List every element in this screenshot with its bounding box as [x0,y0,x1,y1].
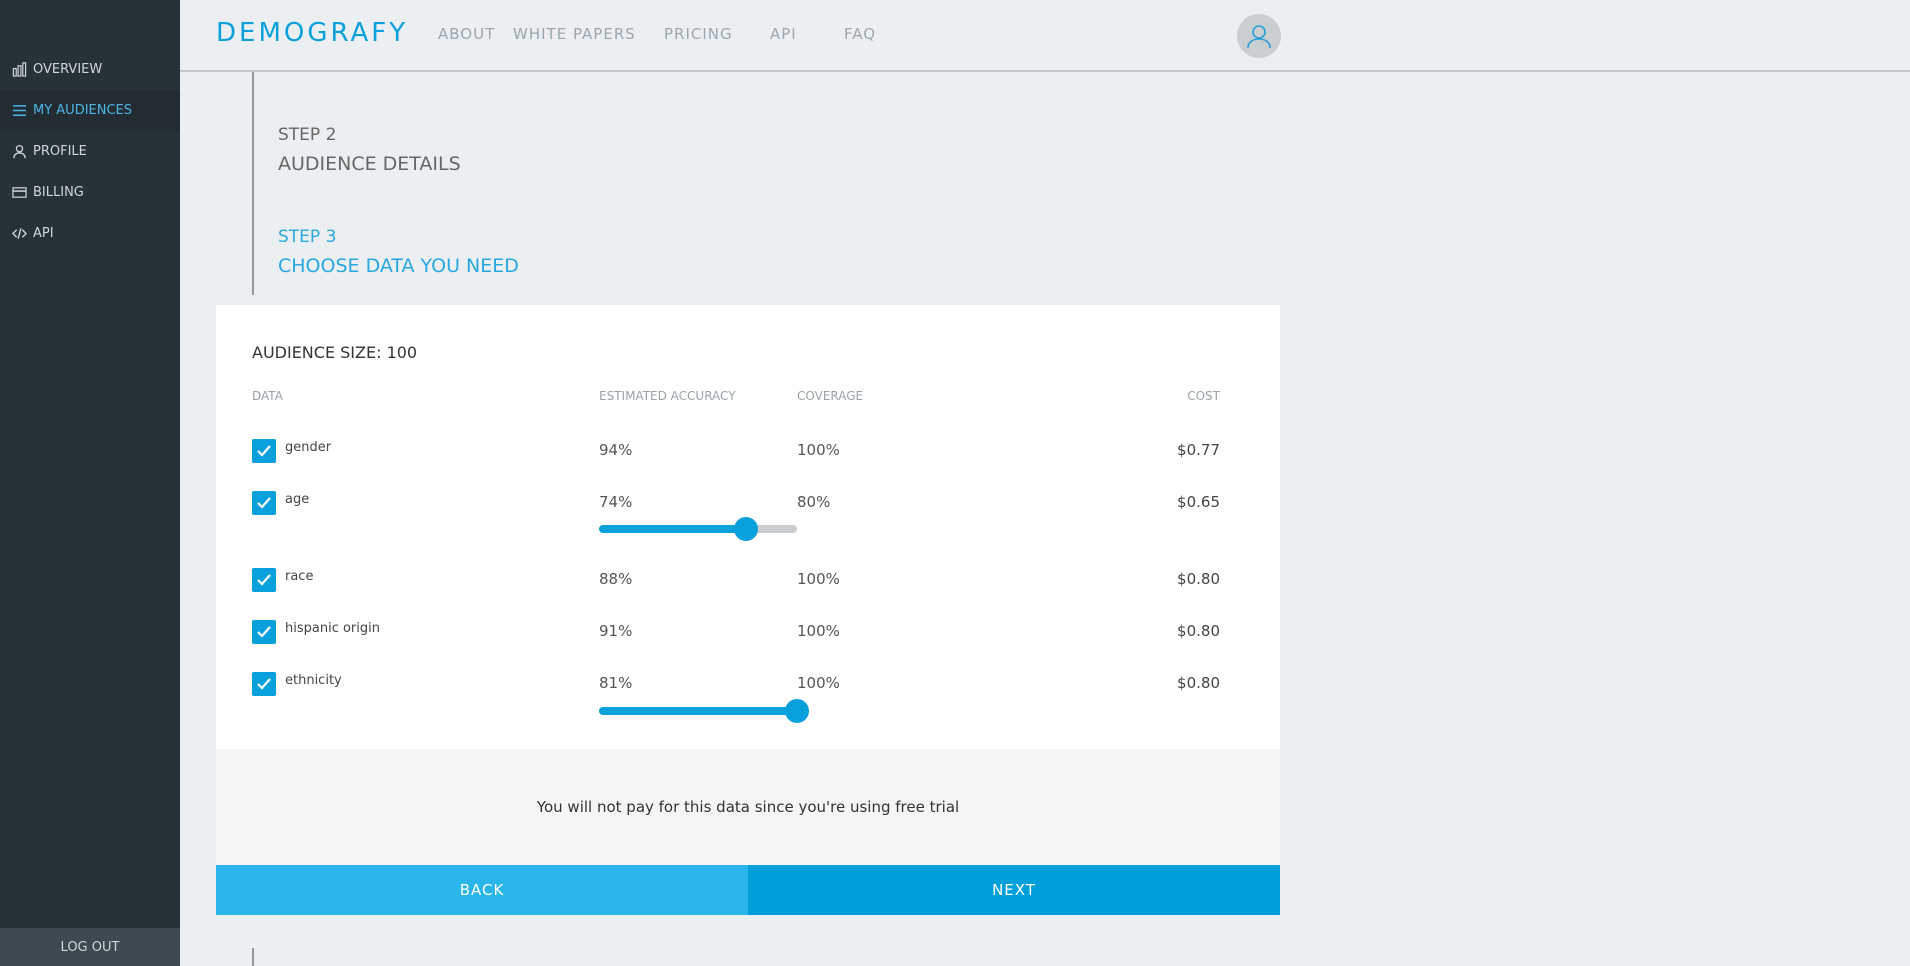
sidebar-item-profile[interactable]: PROFILE [0,131,180,172]
code-icon [11,226,27,242]
checkmark-icon [257,445,271,457]
sidebar-item-label: API [33,226,54,241]
row-label: gender [285,440,332,455]
sidebar-item-label: PROFILE [33,144,87,159]
column-header-cost: COST [1187,389,1220,403]
sidebar-item-api[interactable]: API [0,213,180,254]
logo[interactable]: DEMOGRAFY [216,18,408,48]
back-button[interactable]: BACK [216,865,748,915]
step-connector-line-bottom [252,948,254,966]
slider-thumb[interactable] [785,699,809,723]
nav-pricing[interactable]: PRICING [664,25,733,43]
sidebar-item-my-audiences[interactable]: MY AUDIENCES [0,90,180,131]
accuracy-value: 81% [599,674,633,692]
data-selection-card: AUDIENCE SIZE: 100 DATA ESTIMATED ACCURA… [216,305,1280,749]
sidebar-item-billing[interactable]: BILLING [0,172,180,213]
sidebar-item-overview[interactable]: OVERVIEW [0,49,180,90]
accuracy-value: 74% [599,493,633,511]
column-header-data: DATA [252,389,283,403]
sidebar-item-label: OVERVIEW [33,62,103,77]
sidebar-item-label: MY AUDIENCES [33,103,133,118]
step-2-title: AUDIENCE DETAILS [278,153,461,175]
step-connector-line [252,72,254,295]
accuracy-value: 94% [599,441,633,459]
audience-size: AUDIENCE SIZE: 100 [252,343,418,362]
step-2-number: STEP 2 [278,125,337,145]
checkmark-icon [257,626,271,638]
coverage-value: 100% [797,622,840,640]
credit-card-icon [11,185,27,201]
accuracy-value: 88% [599,570,633,588]
nav-api[interactable]: API [770,25,797,43]
ethnicity-checkbox[interactable] [252,672,276,696]
checkmark-icon [257,574,271,586]
slider-fill [599,525,746,533]
checkmark-icon [257,497,271,509]
logout-button[interactable]: LOG OUT [0,928,180,966]
age-accuracy-slider[interactable] [599,517,797,541]
coverage-value: 80% [797,493,831,511]
row-label: age [285,492,310,507]
sidebar-item-label: BILLING [33,185,84,200]
nav-faq[interactable]: FAQ [844,25,876,43]
cost-value: $0.80 [1177,570,1220,588]
gender-checkbox[interactable] [252,439,276,463]
coverage-value: 100% [797,674,840,692]
user-icon [11,144,27,160]
step-3-number: STEP 3 [278,227,337,247]
bar-chart-icon [11,62,27,78]
nav-about[interactable]: ABOUT [438,25,495,43]
checkmark-icon [257,678,271,690]
accuracy-value: 91% [599,622,633,640]
coverage-value: 100% [797,570,840,588]
menu-lines-icon [11,103,27,119]
age-checkbox[interactable] [252,491,276,515]
cost-value: $0.77 [1177,441,1220,459]
cost-value: $0.80 [1177,674,1220,692]
row-label: hispanic origin [285,621,380,636]
column-header-accuracy: ESTIMATED ACCURACY [599,389,736,403]
ethnicity-accuracy-slider[interactable] [599,699,809,723]
slider-fill [599,707,797,715]
free-trial-notice: You will not pay for this data since you… [216,749,1280,865]
row-label: race [285,569,314,584]
cost-value: $0.80 [1177,622,1220,640]
hispanic-origin-checkbox[interactable] [252,620,276,644]
next-button[interactable]: NEXT [748,865,1280,915]
column-header-coverage: COVERAGE [797,389,864,403]
top-header: DEMOGRAFY ABOUT WHITE PAPERS PRICING API… [180,0,1910,72]
cost-value: $0.65 [1177,493,1220,511]
row-label: ethnicity [285,673,342,688]
slider-thumb[interactable] [733,517,758,541]
user-avatar-icon[interactable] [1237,14,1281,58]
coverage-value: 100% [797,441,840,459]
race-checkbox[interactable] [252,568,276,592]
sidebar: OVERVIEW MY AUDIENCES PROFILE BILLING AP… [0,0,180,966]
step-3-title: CHOOSE DATA YOU NEED [278,255,519,277]
nav-white-papers[interactable]: WHITE PAPERS [513,25,636,43]
